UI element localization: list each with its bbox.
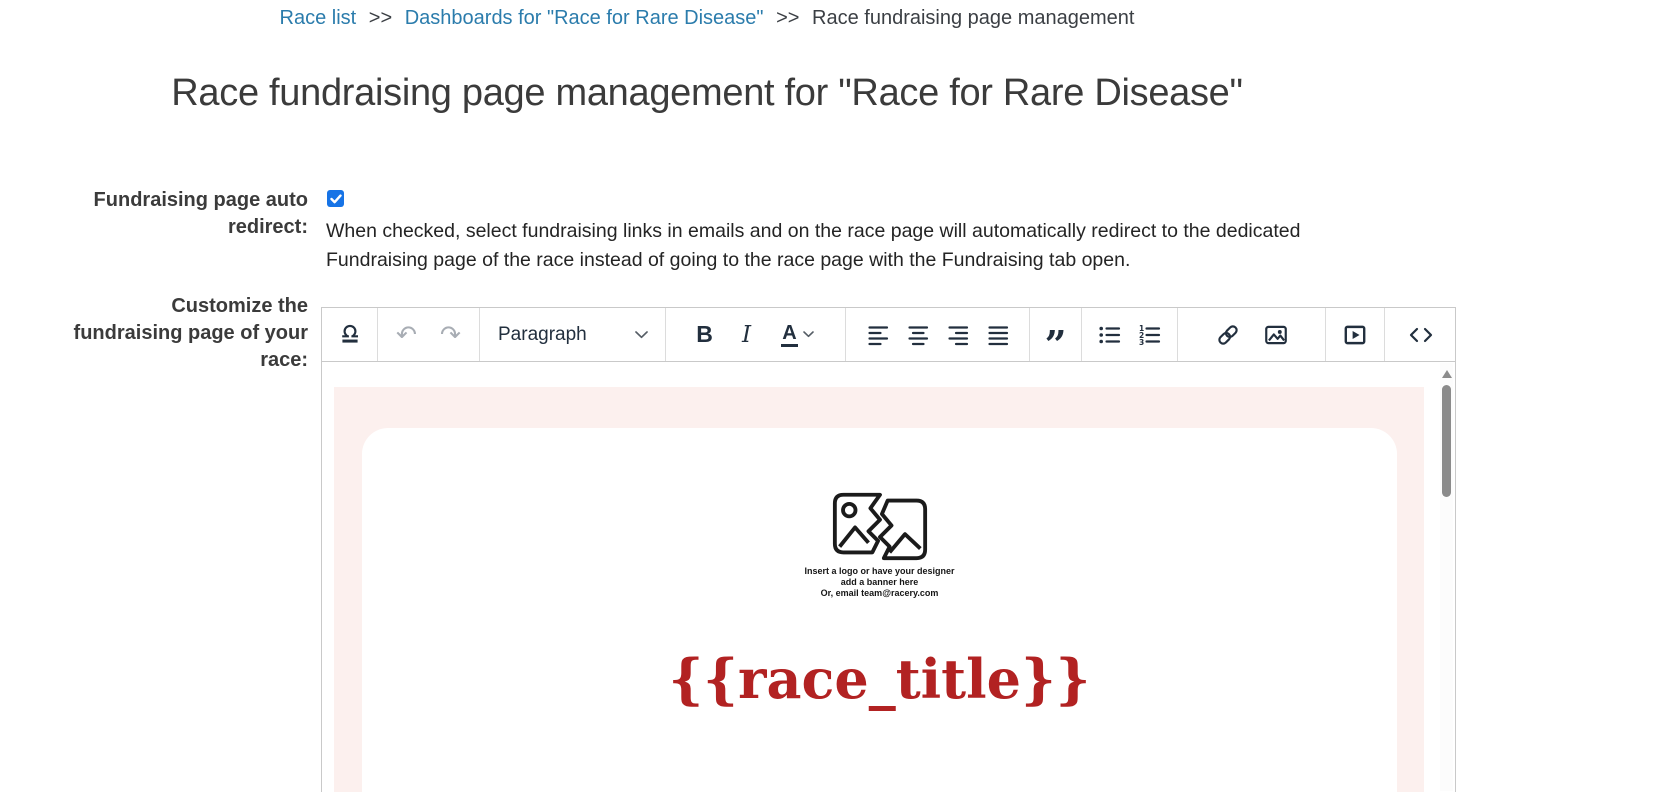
settings-form: Fundraising page auto redirect: When che…: [0, 187, 1670, 792]
text-color-icon: A: [781, 322, 798, 347]
bold-icon: B: [696, 321, 713, 347]
toolbar-button-redo[interactable]: ↷: [431, 315, 471, 355]
toolbar-button-bullet-list[interactable]: [1090, 315, 1130, 355]
scroll-up-icon[interactable]: [1441, 370, 1452, 378]
toolbar-group-text-style: B I A: [666, 308, 846, 361]
toolbar-button-align-right[interactable]: [938, 315, 978, 355]
toolbar-button-blockquote[interactable]: ”: [1036, 315, 1076, 363]
paragraph-format-value: Paragraph: [498, 323, 587, 345]
stamp-icon: [341, 324, 358, 343]
toolbar-button-italic[interactable]: I: [727, 315, 767, 355]
placeholder-line: Insert a logo or have your designer: [804, 566, 955, 576]
toolbar-button-align-justify[interactable]: [978, 315, 1018, 355]
redo-icon: ↷: [440, 320, 461, 349]
fundraising-page-preview-card: Insert a logo or have your designer add …: [362, 428, 1397, 792]
align-center-icon: [907, 325, 928, 345]
form-row-auto-redirect: Fundraising page auto redirect: When che…: [0, 187, 1670, 275]
checkmark-icon: [329, 193, 342, 203]
rich-text-editor: ↶ ↷ Paragraph B I A ” 1 2 3 Insert a log…: [321, 307, 1456, 792]
align-justify-icon: [987, 325, 1008, 345]
toolbar-button-bold[interactable]: B: [685, 315, 725, 355]
toolbar-button-media[interactable]: [1335, 315, 1375, 355]
link-icon: [1217, 324, 1238, 345]
chevron-down-icon: [802, 331, 814, 338]
chevron-down-icon: [635, 330, 648, 338]
editor-toolbar: ↶ ↷ Paragraph B I A ” 1 2 3: [322, 308, 1455, 363]
toolbar-button-link[interactable]: [1208, 315, 1248, 355]
page-header: Race list >> Dashboards for "Race for Ra…: [0, 0, 1414, 115]
source-code-icon: [1409, 327, 1433, 342]
breadcrumb-separator: >>: [776, 7, 800, 29]
field-label-customize: Customize the fundraising page of your r…: [73, 295, 308, 371]
broken-image-icon: [832, 492, 927, 561]
toolbar-group-blockquote: ”: [1030, 308, 1082, 363]
toolbar-group-history: ↶ ↷: [378, 308, 480, 361]
toolbar-group-media: [1326, 308, 1385, 361]
toolbar-group-alignment: [846, 308, 1030, 361]
customize-field: ↶ ↷ Paragraph B I A ” 1 2 3 Insert a log…: [321, 293, 1456, 792]
editor-scrollbar[interactable]: [1440, 363, 1453, 791]
paragraph-format-select[interactable]: Paragraph: [480, 315, 665, 355]
auto-redirect-field: When checked, select fundraising links i…: [321, 187, 1368, 275]
toolbar-group-insert: [1178, 308, 1326, 361]
race-title-token: {{race_title}}: [668, 647, 1091, 711]
page: Race list >> Dashboards for "Race for Ra…: [0, 0, 1670, 792]
toolbar-button-align-center[interactable]: [898, 315, 938, 355]
auto-redirect-checkbox[interactable]: [327, 190, 344, 207]
breadcrumb-link-race-list[interactable]: Race list: [280, 7, 357, 29]
bullet-list-icon: [1099, 326, 1121, 343]
media-icon: [1344, 325, 1366, 344]
page-title: Race fundraising page management for "Ra…: [171, 72, 1243, 114]
auto-redirect-description: When checked, select fundraising links i…: [326, 220, 1301, 271]
align-left-icon: [867, 325, 888, 345]
toolbar-button-numbered-list[interactable]: 123: [1130, 315, 1170, 355]
placeholder-line: Or, email team@racery.com: [820, 588, 939, 598]
form-row-customize-page: Customize the fundraising page of your r…: [0, 293, 1670, 792]
toolbar-group-stamp: [322, 308, 378, 361]
toolbar-group-lists: 123: [1082, 308, 1178, 361]
toolbar-button-undo[interactable]: ↶: [387, 315, 427, 355]
toolbar-button-align-left[interactable]: [858, 315, 898, 355]
editor-content-area[interactable]: Insert a logo or have your designer add …: [322, 362, 1455, 792]
undo-icon: ↶: [396, 320, 417, 349]
italic-icon: I: [741, 321, 752, 348]
toolbar-button-image[interactable]: [1256, 315, 1296, 355]
placeholder-line: add a banner here: [840, 577, 919, 587]
toolbar-button-text-color[interactable]: A: [769, 315, 827, 355]
toolbar-button-stamp[interactable]: [330, 315, 370, 355]
toolbar-button-source-code[interactable]: [1401, 315, 1441, 355]
numbered-list-icon: 123: [1139, 324, 1161, 347]
breadcrumb-link-dashboards[interactable]: Dashboards for "Race for Rare Disease": [405, 7, 764, 29]
scrollbar-thumb[interactable]: [1442, 385, 1451, 497]
svg-text:3: 3: [1139, 338, 1144, 347]
toolbar-group-format: Paragraph: [480, 308, 666, 361]
field-label-auto-redirect: Fundraising page auto redirect:: [93, 189, 308, 238]
image-icon: [1264, 325, 1287, 344]
breadcrumb-separator: >>: [368, 7, 393, 29]
fundraising-page-background: Insert a logo or have your designer add …: [334, 387, 1424, 792]
align-right-icon: [947, 325, 968, 345]
toolbar-group-source: [1385, 308, 1455, 361]
breadcrumb-current: Race fundraising page management: [812, 7, 1135, 29]
breadcrumb: Race list >> Dashboards for "Race for Ra…: [0, 0, 1414, 30]
banner-placeholder-text: Insert a logo or have your designer add …: [362, 566, 1397, 599]
